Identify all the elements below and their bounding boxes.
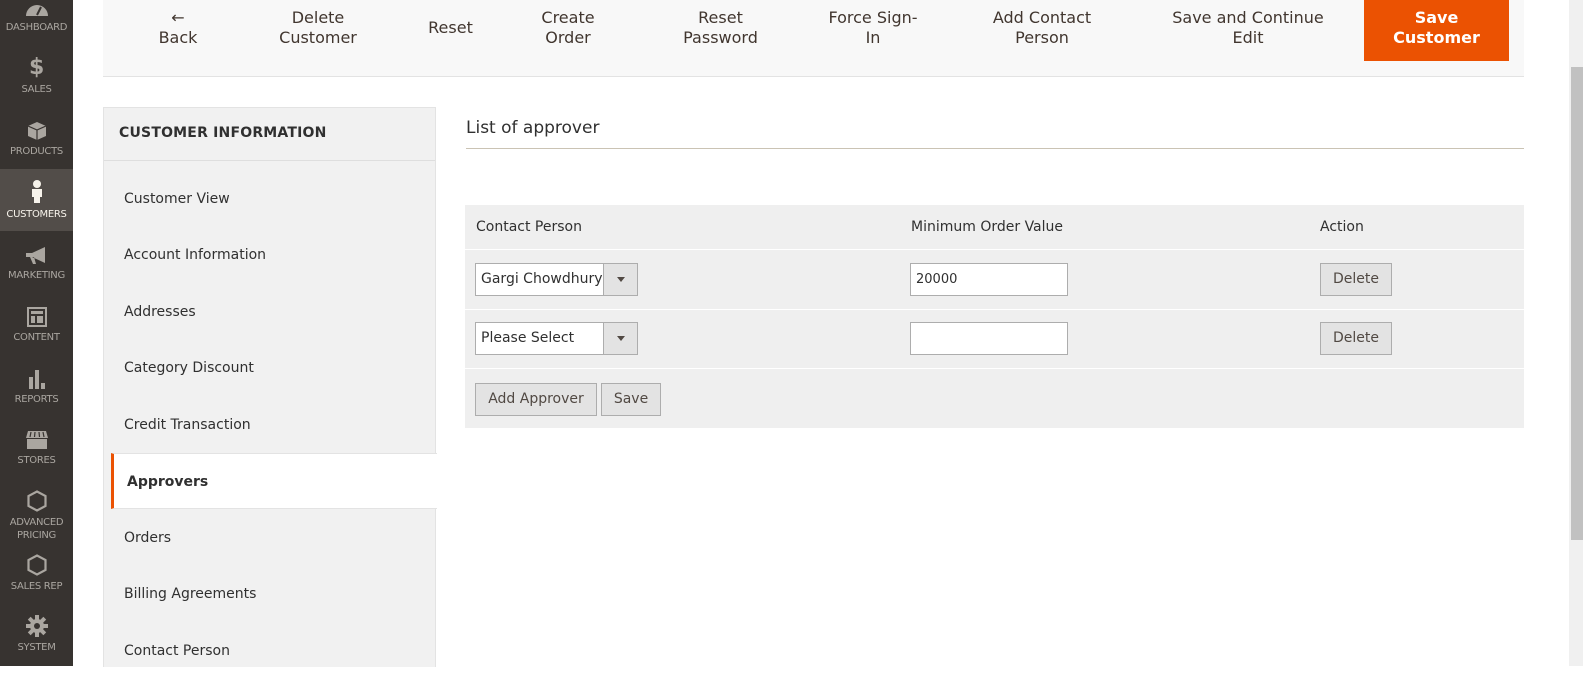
arrow-left-icon: ← [171,8,185,27]
delete-row-button[interactable]: Delete [1320,263,1392,296]
nav-sales[interactable]: $ SALES [0,44,73,106]
column-contact-person: Contact Person [476,219,582,235]
minimum-order-value-input[interactable] [910,322,1068,355]
create-order-button[interactable]: Create Order [533,8,603,48]
bar-chart-icon [27,369,47,389]
customer-info-tabs: CUSTOMER INFORMATION Customer View Accou… [103,107,437,667]
save-and-continue-button[interactable]: Save and Continue Edit [1168,8,1328,48]
tab-credit-transaction[interactable]: Credit Transaction [104,397,436,453]
column-minimum-order-value: Minimum Order Value [911,219,1064,235]
storefront-icon [25,430,49,450]
nav-customers[interactable]: CUSTOMERS [0,169,73,231]
nav-marketing[interactable]: MARKETING [0,230,73,292]
nav-stores[interactable]: STORES [0,415,73,477]
dashboard-icon [24,0,50,17]
tab-contact-person[interactable]: Contact Person [104,623,436,679]
minimum-order-value-input[interactable]: 20000 [910,263,1068,296]
nav-reports[interactable]: REPORTS [0,354,73,416]
nav-system[interactable]: SYSTEM [0,602,73,664]
reset-button[interactable]: Reset [423,18,478,38]
grid-header: Contact Person Minimum Order Value Actio… [465,205,1524,250]
admin-menu: DASHBOARD $ SALES PRODUCTS CUSTOMERS MAR… [0,0,73,666]
section-divider [466,148,1524,149]
delete-customer-button[interactable]: Delete Customer [273,8,363,48]
nav-products[interactable]: PRODUCTS [0,106,73,168]
hexagon-icon [26,554,47,576]
add-approver-button[interactable]: Add Approver [475,383,597,416]
page-scrollbar-thumb[interactable] [1571,67,1583,540]
tabs-title: CUSTOMER INFORMATION [104,108,435,161]
save-approvers-button[interactable]: Save [601,383,661,416]
back-button[interactable]: ← Back [153,8,203,48]
layout-icon [26,307,47,327]
table-row: Gargi Chowdhury 20000 Delete [465,250,1524,310]
gear-icon [25,615,48,637]
box-icon [27,121,47,141]
approver-grid: Contact Person Minimum Order Value Actio… [465,205,1524,428]
contact-person-select[interactable]: Gargi Chowdhury [475,263,638,296]
tab-category-discount[interactable]: Category Discount [104,340,436,396]
table-row: Please Select Delete [465,309,1524,369]
tab-orders[interactable]: Orders [104,510,436,566]
column-action: Action [1320,219,1364,235]
add-contact-person-button[interactable]: Add Contact Person [983,8,1101,48]
nav-content[interactable]: CONTENT [0,292,73,354]
tab-customer-view[interactable]: Customer View [104,171,436,227]
tab-account-information[interactable]: Account Information [104,227,436,283]
contact-person-select[interactable]: Please Select [475,322,638,355]
hexagon-icon [26,490,47,512]
page-actions: ← Back Delete Customer Reset Create Orde… [103,0,1524,77]
megaphone-icon [25,247,49,265]
reset-password-button[interactable]: Reset Password [673,8,768,48]
chevron-down-icon[interactable] [603,323,637,354]
section-title: List of approver [466,118,600,138]
tab-addresses[interactable]: Addresses [104,284,436,340]
nav-dashboard[interactable]: DASHBOARD [0,0,73,44]
tab-approvers[interactable]: Approvers [111,453,437,509]
tab-billing-agreements[interactable]: Billing Agreements [104,566,436,622]
nav-sales-rep[interactable]: SALES REP [0,541,73,603]
save-customer-button[interactable]: Save Customer [1364,0,1509,61]
force-signin-button[interactable]: Force Sign- In [823,8,923,48]
dollar-icon: $ [28,55,44,80]
delete-row-button[interactable]: Delete [1320,322,1392,355]
chevron-down-icon[interactable] [603,264,637,295]
person-icon [30,180,44,204]
